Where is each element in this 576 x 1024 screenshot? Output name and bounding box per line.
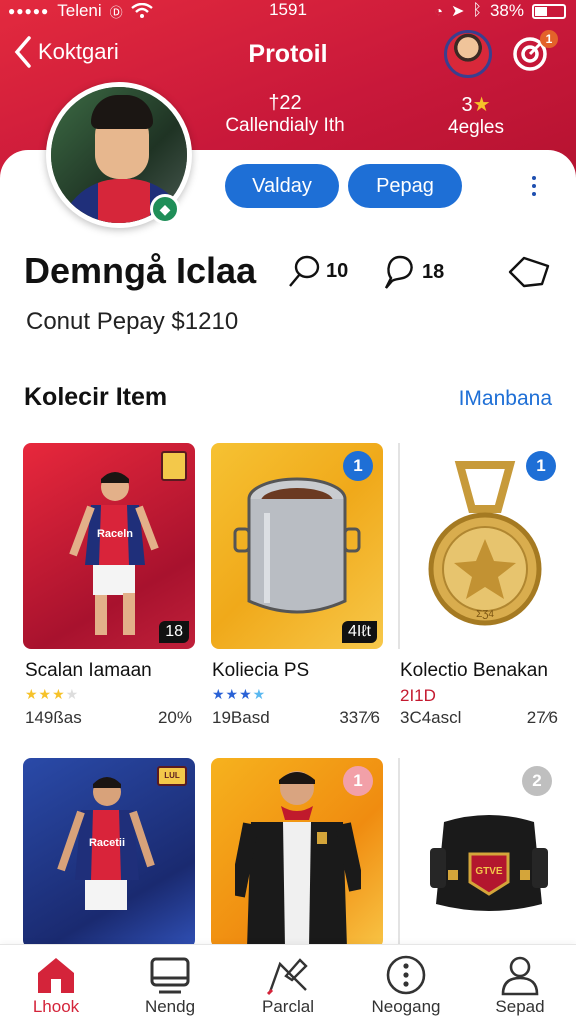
stat-label: 4egles [448, 117, 504, 138]
footballer-image: Racetii [57, 777, 155, 910]
alarm-icon: ◔ [434, 3, 443, 19]
stat-label: Callendialy Ith [225, 115, 345, 136]
user-avatar-small[interactable] [444, 30, 492, 78]
tab-sepad[interactable]: Sepad [472, 953, 568, 1017]
item-title: Koliecia PS [212, 660, 310, 681]
rating-stars-icon: ★★★★ [212, 686, 267, 702]
comments-button[interactable]: 18 [382, 254, 444, 290]
club-crest-icon [161, 451, 187, 481]
see-all-link[interactable]: IManbana [459, 387, 552, 411]
item-meta: 149ßas [25, 708, 82, 727]
jersey-text: Racetii [89, 837, 125, 849]
backpack-image: GTVE [430, 815, 548, 911]
bluetooth-icon: ᛒ [472, 2, 482, 19]
item-subtitle: 2I1D [400, 686, 436, 705]
likes-button[interactable]: 10 [288, 254, 348, 288]
profile-name: Demngå Iclaa [24, 250, 257, 291]
tab-label: Lhook [32, 997, 80, 1016]
verified-badge-icon: ◆ [150, 194, 180, 224]
battery-icon [532, 3, 566, 19]
item-title: Kolectio Benakan [400, 660, 548, 681]
monitor-icon [150, 957, 190, 994]
secondary-action-button[interactable]: Pepag [348, 164, 462, 208]
item-percent: 337⁄6 [339, 708, 380, 727]
star-icon: ★ [472, 94, 491, 116]
chat-bubble-icon [384, 255, 413, 289]
medal-text: ΣƷ4 [476, 609, 494, 620]
collection-card[interactable]: 1 ΣƷ4 [398, 443, 570, 649]
stat-value: †22 [268, 92, 302, 114]
app: ●●●●● Teleni Ⓓ 1591 ◔ ➤ ᛒ 38% Koktgari P… [0, 0, 576, 1024]
more-circle-icon [386, 955, 426, 995]
item-title: Scalan Iamaan [25, 660, 152, 681]
item-percent: 20% [157, 708, 192, 727]
jersey-text: Raceln [97, 528, 133, 540]
more-options-icon[interactable] [532, 176, 536, 196]
medal-image: ΣƷ4 [428, 461, 542, 626]
canister-image [233, 477, 361, 614]
item-percent: 27⁄6 [526, 708, 558, 727]
collection-card[interactable]: 2 GTVE [398, 758, 570, 948]
user-icon [501, 956, 539, 996]
collection-card[interactable]: LUL Racetii [23, 758, 195, 948]
tab-label: Sepad [495, 997, 545, 1016]
home-icon [38, 958, 74, 993]
tab-parclal[interactable]: Parclal [240, 953, 336, 1017]
tab-label: Parclal [262, 997, 314, 1016]
tab-label: Nendg [144, 997, 196, 1016]
count-badge: 2 [522, 766, 552, 796]
section-title: Kolecir Item [24, 383, 168, 411]
comments-count: 18 [422, 260, 445, 283]
stat-followers[interactable]: †22 Callendialy Ith [205, 92, 365, 137]
status-bar: ●●●●● Teleni Ⓓ 1591 ◔ ➤ ᛒ 38% [0, 0, 576, 22]
status-right: ◔ ➤ ᛒ 38% [434, 1, 566, 21]
primary-action-button[interactable]: Valday [225, 164, 339, 208]
tab-home[interactable]: Lhook [8, 953, 104, 1017]
card-number: 4Iℓt [342, 621, 377, 643]
tag-icon[interactable] [506, 252, 552, 292]
battery-percent: 38% [489, 1, 524, 20]
jacket-player-image [235, 771, 361, 948]
collection-card[interactable]: Raceln 18 [23, 443, 195, 649]
pin-icon [289, 255, 320, 287]
likes-count: 10 [326, 259, 349, 282]
tab-label: Neogang [371, 997, 441, 1016]
stat-value: 3 [461, 94, 473, 116]
club-crest-icon: LUL [157, 766, 187, 786]
notification-badge: 1 [540, 30, 558, 48]
item-meta: 3C4ascl [400, 708, 462, 727]
footballer-image: Raceln [69, 472, 159, 635]
crest-text: LUL [164, 771, 180, 780]
rating-stars-icon: ★★★★ [25, 686, 80, 702]
tab-monitor[interactable]: Nendg [122, 953, 218, 1017]
crest-text: GTVE [475, 866, 503, 877]
stat-badges[interactable]: 3★ 4egles [420, 92, 532, 139]
tab-neogang[interactable]: Neogang [358, 953, 454, 1017]
collection-card[interactable]: 1 4Iℓt [211, 443, 383, 649]
item-meta: 19Basd [212, 708, 270, 727]
nav-bar: Koktgari Protoil 1 [0, 30, 576, 80]
pencil-icon [266, 958, 308, 996]
tab-bar: Lhook Nendg Parclal Neogang Sepad [0, 944, 576, 1024]
card-number: 18 [159, 621, 189, 643]
count-pepay: Conut Pepay $1210 [26, 308, 239, 335]
location-icon: ➤ [450, 3, 465, 20]
collection-card[interactable]: 1 [211, 758, 383, 948]
